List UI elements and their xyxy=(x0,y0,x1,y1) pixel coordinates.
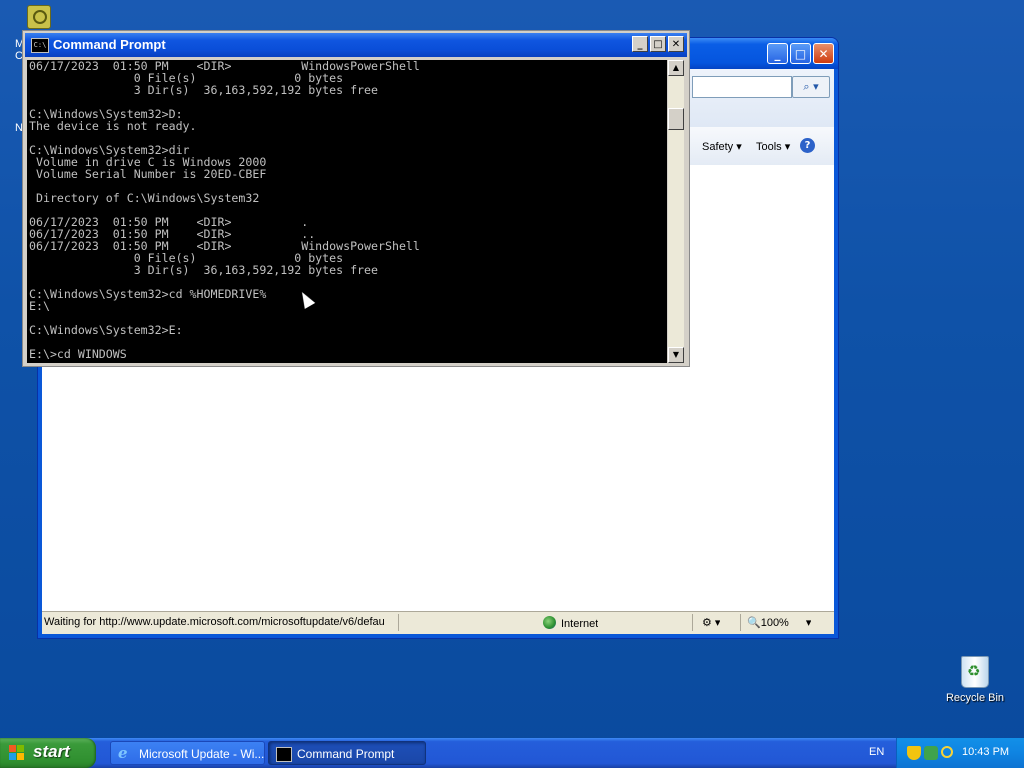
status-text: Waiting for http://www.update.microsoft.… xyxy=(44,616,385,628)
start-label: start xyxy=(33,742,70,761)
cmd-window[interactable]: C:\ Command Prompt _ □ ✕ 06/17/2023 01:5… xyxy=(22,30,690,367)
zone-label: Internet xyxy=(561,618,599,630)
zoom-control[interactable]: 🔍100% ▾ xyxy=(747,616,811,629)
network-icon[interactable] xyxy=(924,746,938,760)
taskbar-item-label: Command Prompt xyxy=(297,747,395,761)
windows-flag-icon xyxy=(9,745,25,761)
taskbar-item-cmd[interactable]: Command Prompt xyxy=(268,741,426,765)
ie-close-button[interactable]: ✕ xyxy=(813,43,834,64)
zone-indicator: Internet xyxy=(543,616,598,630)
cmd-close-button[interactable]: ✕ xyxy=(668,36,684,52)
help-icon[interactable]: ? xyxy=(800,138,815,153)
recycle-bin-icon xyxy=(961,656,989,688)
clock: 10:43 PM xyxy=(962,746,1010,758)
recycle-bin[interactable]: Recycle Bin xyxy=(942,656,1008,704)
console-icon[interactable]: C:\ xyxy=(31,38,49,53)
cmd-maximize-button[interactable]: □ xyxy=(650,36,666,52)
scroll-up-arrow-icon[interactable]: ▲ xyxy=(668,60,684,76)
search-icon[interactable] xyxy=(941,746,953,758)
cmd-titlebar[interactable]: C:\ Command Prompt _ □ ✕ xyxy=(25,33,687,57)
safety-menu[interactable]: Safety ▾ xyxy=(702,140,742,153)
security-shield-icon[interactable] xyxy=(907,746,921,760)
ie-status-bar: Waiting for http://www.update.microsoft.… xyxy=(42,611,834,634)
cmd-minimize-button[interactable]: _ xyxy=(632,36,648,52)
console-text: 06/17/2023 01:50 PM <DIR> WindowsPowerSh… xyxy=(29,60,420,361)
ie-search-field[interactable] xyxy=(692,76,792,98)
ie-search-button[interactable]: ⌕ ▾ xyxy=(792,76,830,98)
language-indicator[interactable]: EN xyxy=(869,746,884,758)
scroll-down-arrow-icon[interactable]: ▼ xyxy=(668,347,684,363)
taskbar-item-label: Microsoft Update - Wi... xyxy=(139,747,265,761)
console-output[interactable]: 06/17/2023 01:50 PM <DIR> WindowsPowerSh… xyxy=(27,60,667,363)
zoom-level: 100% xyxy=(760,617,789,629)
search-icon: ⌕ ▾ xyxy=(803,80,819,93)
taskbar-item-ie[interactable]: e Microsoft Update - Wi... xyxy=(110,741,265,765)
console-icon xyxy=(276,747,292,762)
protected-mode-icon[interactable]: ⚙ ▾ xyxy=(702,616,720,629)
ie-maximize-button[interactable]: □ xyxy=(790,43,811,64)
globe-icon xyxy=(543,616,556,629)
tools-menu[interactable]: Tools ▾ xyxy=(756,140,790,153)
cmd-title: Command Prompt xyxy=(53,37,166,52)
start-button[interactable]: start xyxy=(0,738,96,768)
scroll-thumb[interactable] xyxy=(668,108,684,130)
ie-minimize-button[interactable]: _ xyxy=(767,43,788,64)
shortcut-glyph-icon xyxy=(27,5,51,29)
desktop-shortcut-icon[interactable] xyxy=(27,5,51,31)
recycle-bin-label: Recycle Bin xyxy=(945,692,1005,704)
internet-explorer-icon: e xyxy=(118,744,128,762)
console-scrollbar[interactable]: ▲ ▼ xyxy=(668,60,684,363)
taskbar: start e Microsoft Update - Wi... Command… xyxy=(0,738,1024,768)
system-tray: 10:43 PM xyxy=(896,738,1024,768)
